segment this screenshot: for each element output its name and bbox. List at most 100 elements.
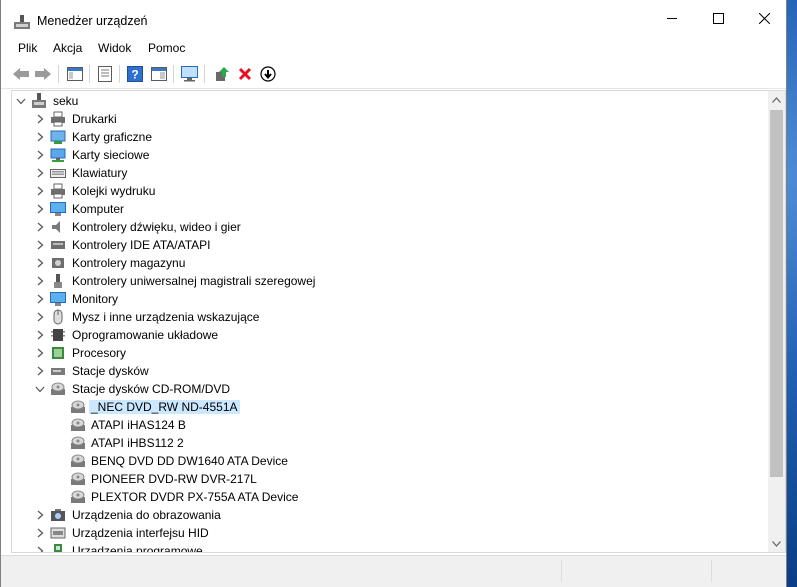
cdrom-icon [71, 490, 85, 503]
close-button[interactable] [741, 0, 787, 37]
expand-toggle[interactable] [33, 274, 47, 288]
tree-device[interactable]: PIONEER DVD-RW DVR-217L [12, 470, 767, 488]
expand-toggle[interactable] [33, 148, 47, 162]
camera-icon [51, 509, 65, 521]
expand-toggle[interactable] [33, 310, 47, 324]
chevron-right-icon [37, 114, 43, 124]
vertical-scrollbar[interactable] [768, 91, 785, 552]
tree-category[interactable]: Kontrolery IDE ATA/ATAPI [12, 236, 767, 254]
expand-toggle[interactable] [14, 94, 28, 108]
properties-button[interactable] [95, 64, 115, 84]
expand-toggle[interactable] [33, 256, 47, 270]
show-view-button[interactable] [149, 64, 169, 84]
tree-category[interactable]: Oprogramowanie układowe [12, 326, 767, 344]
expand-toggle[interactable] [33, 130, 47, 144]
console-tree-button[interactable] [65, 64, 85, 84]
uninstall-device-button[interactable] [235, 64, 255, 84]
scroll-thumb[interactable] [770, 110, 783, 477]
cdrom-icon [71, 400, 85, 413]
tree-device[interactable]: BENQ DVD DD DW1640 ATA Device [12, 452, 767, 470]
tree-category[interactable]: Klawiatury [12, 164, 767, 182]
tree-item-label: Karty sieciowe [72, 148, 150, 162]
maximize-button[interactable] [695, 0, 741, 37]
tree-item-label: Kolejki wydruku [72, 184, 156, 198]
tree-category[interactable]: Komputer [12, 200, 767, 218]
tree-category[interactable]: Kontrolery magazynu [12, 254, 767, 272]
tree-category[interactable]: Urządzenia programowe [12, 542, 767, 552]
tree-category[interactable]: Kontrolery dźwięku, wideo i gier [12, 218, 767, 236]
tree-category[interactable]: Procesory [12, 344, 767, 362]
minimize-button[interactable] [649, 0, 695, 37]
tree-category[interactable]: Drukarki [12, 110, 767, 128]
expand-toggle[interactable] [33, 292, 47, 306]
tree-device[interactable]: PLEXTOR DVDR PX-755A ATA Device [12, 488, 767, 506]
update-driver-icon [216, 67, 229, 81]
menu-view[interactable]: Widok [97, 41, 132, 55]
chevron-right-icon [37, 240, 43, 250]
tree-device[interactable]: _NEC DVD_RW ND-4551A [12, 398, 767, 416]
print-queue-icon [51, 183, 65, 199]
scan-hardware-button[interactable] [180, 64, 200, 84]
chevron-right-icon [37, 294, 43, 304]
disable-icon [260, 66, 276, 82]
firmware-icon [51, 329, 65, 341]
device-manager-window: Menedżer urządzeń Plik Akcja Widok Pomoc [0, 0, 787, 587]
expand-toggle[interactable] [33, 220, 47, 234]
expand-toggle[interactable] [33, 166, 47, 180]
menu-file[interactable]: Plik [17, 41, 38, 55]
tree-category[interactable]: Urządzenia do obrazowania [12, 506, 767, 524]
expand-toggle[interactable] [33, 544, 47, 552]
tree-category[interactable]: Karty sieciowe [12, 146, 767, 164]
disable-device-button[interactable] [258, 64, 278, 84]
chevron-right-icon [37, 222, 43, 232]
tree-root[interactable]: seku [12, 92, 767, 110]
tree-device[interactable]: ATAPI iHBS112 2 [12, 434, 767, 452]
tree-category[interactable]: Stacje dysków [12, 362, 767, 380]
chevron-right-icon [37, 150, 43, 160]
chevron-down-icon [772, 540, 781, 547]
expand-toggle[interactable] [33, 184, 47, 198]
tree-category[interactable]: Kolejki wydruku [12, 182, 767, 200]
tree-category[interactable]: Kontrolery uniwersalnej magistrali szere… [12, 272, 767, 290]
network-adapter-icon [50, 148, 66, 162]
device-tree[interactable]: seku Drukarki Karty graficzne Karty sieciow… [11, 90, 786, 553]
tree-category[interactable]: Stacje dysków CD-ROM/DVD [12, 380, 767, 398]
forward-button[interactable] [33, 64, 53, 84]
scroll-down-button[interactable] [768, 535, 785, 552]
help-button[interactable]: ? [125, 64, 145, 84]
menu-action[interactable]: Akcja [52, 41, 83, 55]
update-driver-button[interactable] [212, 64, 232, 84]
maximize-icon [712, 13, 724, 24]
expand-toggle[interactable] [33, 202, 47, 216]
expand-toggle[interactable] [33, 112, 47, 126]
toolbar-separator [119, 65, 120, 83]
tree-category[interactable]: Mysz i inne urządzenia wskazujące [12, 308, 767, 326]
expand-toggle[interactable] [33, 526, 47, 540]
mouse-icon [53, 309, 63, 325]
tree-device[interactable]: ATAPI iHAS124 B [12, 416, 767, 434]
expand-toggle[interactable] [33, 328, 47, 342]
tree-item-label: Mysz i inne urządzenia wskazujące [72, 310, 260, 324]
window-title: Menedżer urządzeń [37, 14, 148, 28]
computer-root-icon [32, 93, 46, 108]
tree-category[interactable]: Urządzenia interfejsu HID [12, 524, 767, 542]
expand-toggle[interactable] [33, 508, 47, 522]
expand-toggle[interactable] [33, 238, 47, 252]
chevron-down-icon [16, 98, 26, 104]
title-bar[interactable]: Menedżer urządzeń [1, 0, 786, 37]
expand-toggle[interactable] [33, 382, 47, 396]
monitor-icon [50, 292, 66, 306]
back-button[interactable] [11, 64, 31, 84]
tree-item-label: seku [53, 94, 79, 108]
tree-item-label: Oprogramowanie układowe [72, 328, 219, 342]
cdrom-icon [71, 472, 85, 485]
storage-controller-icon [52, 258, 64, 268]
tree-item-label: Stacje dysków CD-ROM/DVD [72, 382, 231, 396]
chevron-right-icon [37, 546, 43, 552]
tree-category[interactable]: Karty graficzne [12, 128, 767, 146]
expand-toggle[interactable] [33, 364, 47, 378]
expand-toggle[interactable] [33, 346, 47, 360]
tree-category[interactable]: Monitory [12, 290, 767, 308]
scroll-up-button[interactable] [768, 91, 785, 108]
menu-help[interactable]: Pomoc [147, 41, 186, 55]
